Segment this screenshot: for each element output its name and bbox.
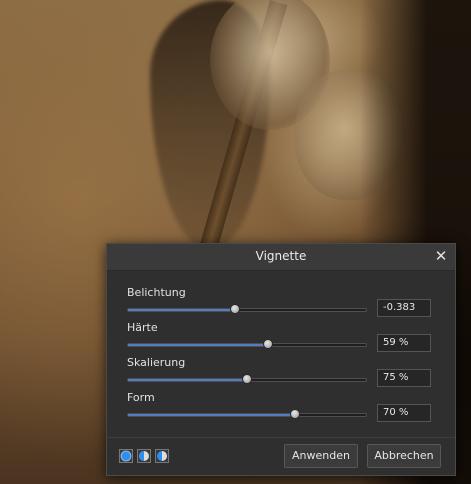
param-label: Form xyxy=(127,391,155,404)
slider-fill xyxy=(128,414,295,416)
param-form: Form 70 % xyxy=(127,391,437,425)
apply-button[interactable]: Anwenden xyxy=(284,444,358,468)
half-circle-left-icon[interactable] xyxy=(137,449,151,463)
haerte-slider[interactable] xyxy=(127,339,367,349)
close-icon[interactable]: ✕ xyxy=(433,248,449,264)
param-label: Härte xyxy=(127,321,158,334)
param-belichtung: Belichtung -0.383 xyxy=(127,286,437,320)
skalierung-value-field[interactable]: 75 % xyxy=(377,369,431,387)
slider-thumb[interactable] xyxy=(242,374,252,384)
photo-canvas: Vignette ✕ Belichtung -0.383 Härte 59 % … xyxy=(0,0,471,484)
footer-divider xyxy=(107,437,455,438)
haerte-value-field[interactable]: 59 % xyxy=(377,334,431,352)
param-label: Skalierung xyxy=(127,356,186,369)
cancel-button[interactable]: Abbrechen xyxy=(367,444,441,468)
full-circle-icon[interactable] xyxy=(119,449,133,463)
param-label: Belichtung xyxy=(127,286,186,299)
slider-fill xyxy=(128,309,235,311)
belichtung-slider[interactable] xyxy=(127,304,367,314)
slider-fill xyxy=(128,379,247,381)
dialog-title: Vignette xyxy=(255,249,307,263)
vignette-dialog: Vignette ✕ Belichtung -0.383 Härte 59 % … xyxy=(106,243,456,476)
slider-thumb[interactable] xyxy=(230,304,240,314)
param-haerte: Härte 59 % xyxy=(127,321,437,355)
slider-thumb[interactable] xyxy=(263,339,273,349)
skalierung-slider[interactable] xyxy=(127,374,367,384)
half-circle-right-icon[interactable] xyxy=(155,449,169,463)
param-skalierung: Skalierung 75 % xyxy=(127,356,437,390)
dialog-titlebar[interactable]: Vignette ✕ xyxy=(107,244,455,271)
belichtung-value-field[interactable]: -0.383 xyxy=(377,299,431,317)
slider-thumb[interactable] xyxy=(290,409,300,419)
form-slider[interactable] xyxy=(127,409,367,419)
form-value-field[interactable]: 70 % xyxy=(377,404,431,422)
slider-fill xyxy=(128,344,268,346)
